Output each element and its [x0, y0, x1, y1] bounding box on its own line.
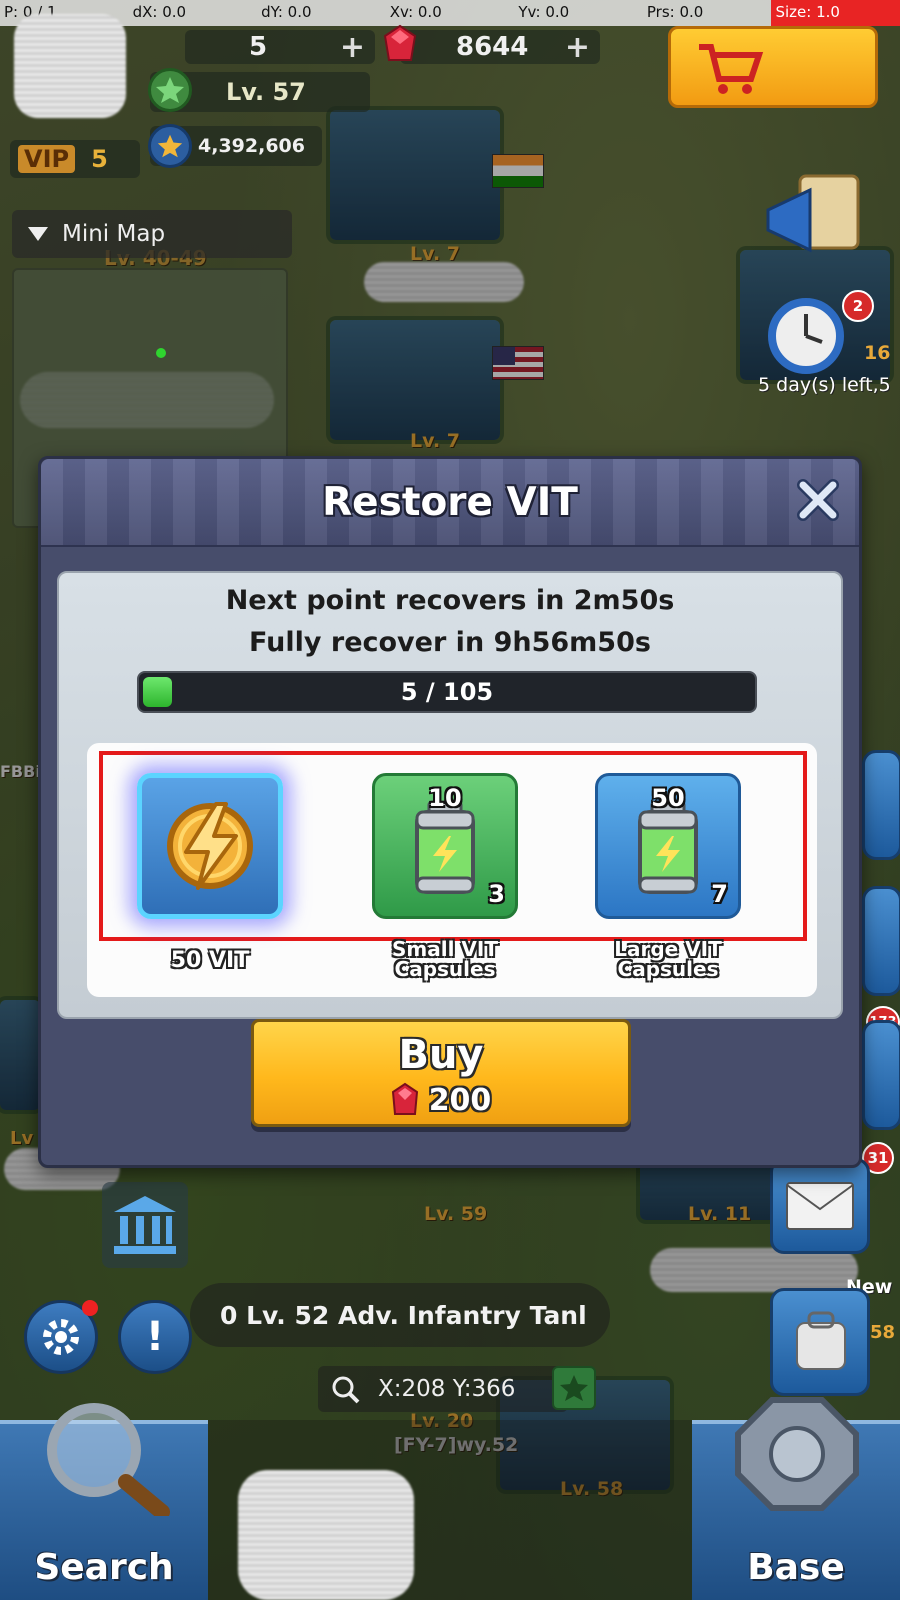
item-50-vit[interactable] — [137, 773, 283, 919]
restore-vit-dialog: Restore VIT Next point recovers in 2m50s… — [38, 456, 862, 1168]
minimap-toggle[interactable]: Mini Map — [12, 210, 292, 258]
avatar[interactable] — [14, 14, 126, 118]
alliance-building-button[interactable] — [102, 1182, 188, 1268]
vip-label: VIP — [18, 145, 76, 173]
debug-yv: Yv: 0.0 — [518, 3, 570, 21]
item-label: Large VIT Capsules — [578, 939, 758, 979]
vit-progress-bar: 5 / 105 — [137, 671, 757, 713]
event-megaphone-button[interactable] — [760, 170, 870, 270]
shop-cart-button[interactable] — [668, 26, 878, 108]
base-octagon-icon — [735, 1397, 859, 1511]
side-panel-button[interactable] — [862, 750, 900, 860]
item-small-vit-capsules[interactable]: 10 3 — [372, 773, 518, 919]
star-icon — [148, 68, 192, 112]
item-label-line: Capsules — [617, 957, 719, 981]
gem-count: 8644 — [456, 32, 529, 62]
megaphone-icon — [766, 174, 860, 253]
vit-items-box: 10 3 50 7 50 VIT Small VIT Capsules Larg… — [87, 743, 817, 997]
exclamation-icon: ! — [145, 1314, 165, 1360]
bottom-bar: Search Base — [0, 1397, 900, 1600]
settings-alert-dot — [82, 1300, 98, 1316]
star-icon — [560, 1375, 588, 1401]
vit-counter: 5 + — [185, 30, 375, 65]
vip-pill[interactable]: VIP 5 — [10, 140, 140, 178]
news-ticker[interactable]: 0 Lv. 52 Adv. Infantry Tanl — [190, 1283, 610, 1347]
bank-icon — [114, 1196, 176, 1254]
debug-size: Size: 1.0 — [771, 0, 900, 26]
buy-label: Buy — [398, 1032, 484, 1078]
buy-price-row: 200 — [254, 1082, 628, 1118]
envelope-icon — [786, 1182, 854, 1230]
vit-count: 5 — [249, 32, 268, 62]
timer-count: 16 — [864, 342, 891, 364]
close-icon — [797, 479, 839, 521]
player-level: Lv. 57 — [226, 78, 306, 106]
item-large-vit-capsules[interactable]: 50 7 — [595, 773, 741, 919]
capsule-amount: 50 — [651, 784, 685, 812]
full-recover-text: Fully recover in 9h56m50s — [249, 627, 651, 658]
base-label: Base — [747, 1547, 845, 1588]
capsule-count: 3 — [488, 880, 505, 908]
ruby-gem-icon — [391, 1082, 418, 1115]
search-button[interactable]: Search — [0, 1403, 208, 1600]
backpack-button[interactable] — [770, 1288, 870, 1396]
bookmark-star-button[interactable] — [552, 1366, 596, 1410]
side-panel-button[interactable] — [862, 886, 900, 996]
base-button[interactable]: Base — [692, 1397, 900, 1600]
rank-badge-icon — [148, 124, 192, 168]
buy-button[interactable]: Buy 200 — [251, 1019, 631, 1127]
triangle-down-icon — [28, 227, 48, 241]
power-value: 4,392,606 — [198, 135, 305, 157]
vip-level: 5 — [91, 145, 108, 173]
coordinates-search[interactable]: X:208 Y:366 — [318, 1366, 568, 1412]
side-count: 58 — [870, 1322, 896, 1343]
dialog-title: Restore VIT — [322, 479, 578, 525]
search-label: Search — [34, 1547, 174, 1588]
ticker-text: 0 Lv. 52 Adv. Infantry Tanl — [220, 1300, 587, 1330]
item-label: Small VIT Capsules — [355, 939, 535, 979]
close-button[interactable] — [791, 473, 845, 527]
debug-pressure: Prs: 0.0 — [646, 3, 704, 21]
buy-price: 200 — [428, 1082, 492, 1118]
ruby-gem-icon — [378, 22, 422, 66]
lightning-icon — [167, 802, 253, 890]
event-time-left: 5 day(s) left,5 — [758, 374, 891, 396]
next-point-text: Next point recovers in 2m50s — [225, 585, 675, 616]
minimap-label: Mini Map — [62, 221, 166, 247]
dialog-header: Restore VIT — [41, 459, 859, 547]
backpack-icon — [796, 1311, 846, 1370]
cart-icon — [699, 44, 764, 94]
side-panel-button[interactable] — [862, 1020, 900, 1130]
item-label-line: Capsules — [394, 957, 496, 981]
gear-icon — [43, 1319, 79, 1355]
debug-dy: dY: 0.0 — [261, 3, 312, 21]
item-label-line: Small VIT — [392, 937, 498, 961]
alert-button[interactable]: ! — [118, 1300, 192, 1374]
debug-dx: dX: 0.0 — [132, 3, 187, 21]
minimap-player-dot — [156, 348, 166, 358]
magnifier-icon — [47, 1403, 170, 1516]
touch-debug-bar: P: 0 / 1 dX: 0.0 dY: 0.0 Xv: 0.0 Yv: 0.0… — [0, 0, 900, 26]
capsule-count: 7 — [711, 880, 728, 908]
item-label: 50 VIT — [170, 948, 250, 973]
gem-counter: 8644 + — [400, 30, 600, 65]
mail-button[interactable] — [770, 1158, 870, 1254]
vit-progress-text: 5 / 105 — [400, 678, 494, 706]
add-gems-icon[interactable]: + — [565, 30, 590, 65]
vit-panel: Next point recovers in 2m50s Fully recov… — [57, 571, 843, 1019]
item-label-line: Large VIT — [614, 937, 722, 961]
capsule-amount: 10 — [428, 784, 462, 812]
add-vit-icon[interactable]: + — [340, 30, 365, 65]
coordinates-text: X:208 Y:366 — [378, 1376, 516, 1402]
redacted-area — [238, 1470, 414, 1600]
event-badge: 2 — [842, 290, 874, 322]
magnifier-icon — [332, 1376, 360, 1404]
